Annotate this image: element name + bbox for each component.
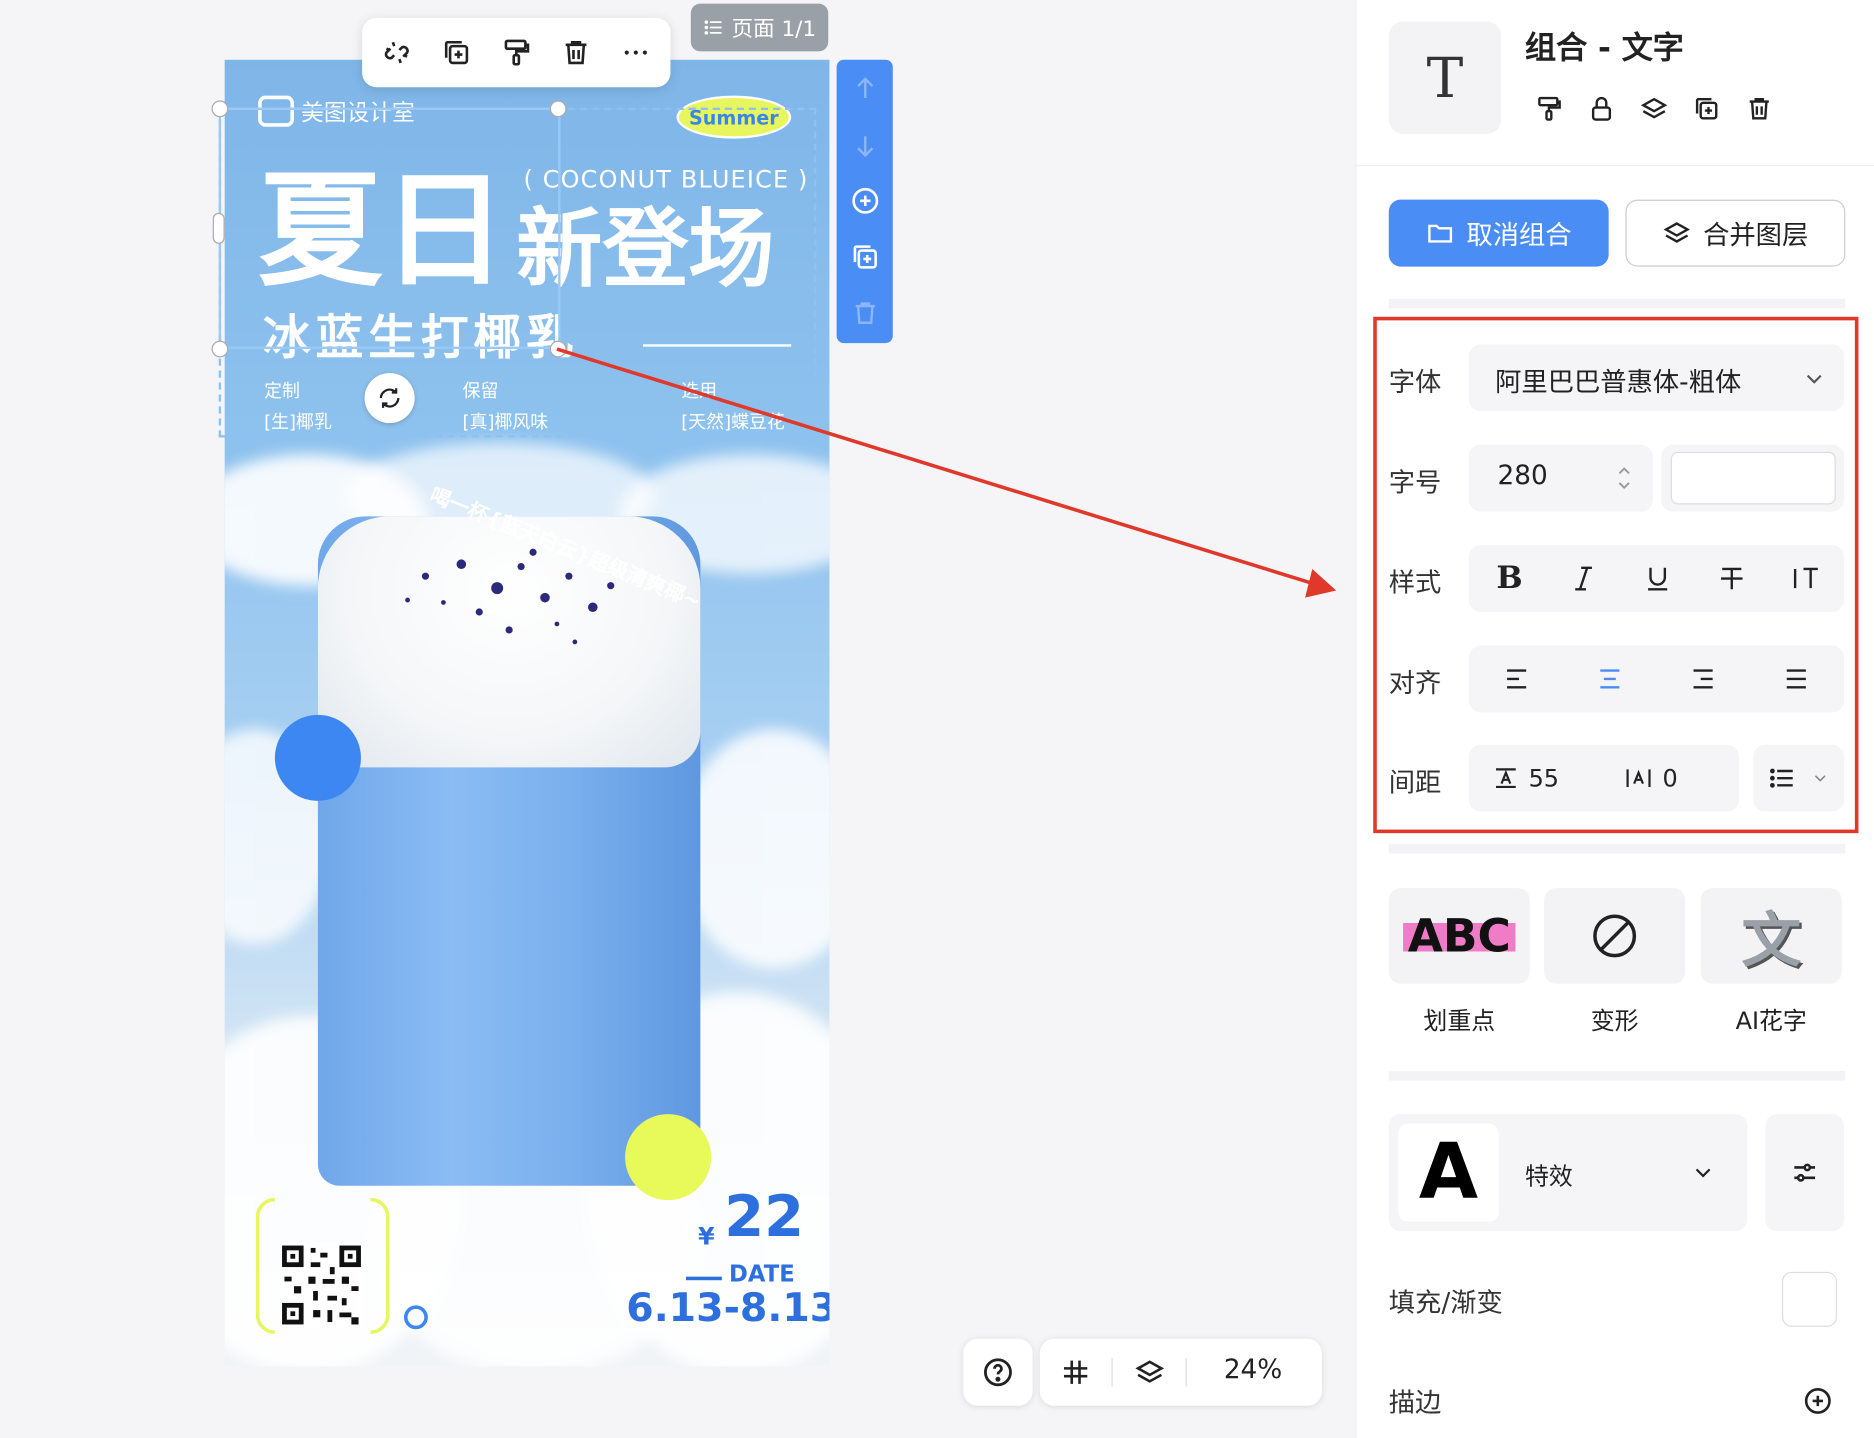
vertical-text-icon[interactable]: [1782, 555, 1830, 603]
zoom-level[interactable]: 24%: [1224, 1356, 1282, 1386]
style-label: 样式: [1388, 568, 1442, 599]
font-family-value: 阿里巴巴普惠体-粗体: [1495, 368, 1742, 399]
chevron-down-icon: [1695, 1168, 1711, 1178]
effect-preview: A: [1398, 1123, 1499, 1222]
format-painter-icon[interactable]: [1531, 91, 1567, 127]
list-style-select[interactable]: [1753, 744, 1845, 812]
font-size-value: 280: [1497, 461, 1548, 492]
section-divider: [1388, 843, 1846, 854]
transform-effect-label: 变形: [1590, 1006, 1639, 1036]
effect-select[interactable]: A 特效: [1388, 1114, 1748, 1232]
font-family-select[interactable]: 阿里巴巴普惠体-粗体: [1468, 344, 1845, 412]
strikethrough-icon[interactable]: [1708, 555, 1756, 603]
spacing-label: 间距: [1388, 768, 1442, 799]
align-label: 对齐: [1388, 669, 1442, 700]
add-stroke-icon[interactable]: [1801, 1384, 1834, 1417]
yellow-circle-deco: [625, 1114, 712, 1201]
lock-icon[interactable]: [1584, 91, 1620, 127]
layers-icon[interactable]: [1128, 1351, 1171, 1394]
currency-symbol: ¥: [697, 1221, 715, 1251]
fill-color-swatch[interactable]: [1781, 1271, 1837, 1327]
align-right-icon[interactable]: [1679, 655, 1727, 703]
section-divider: [1388, 298, 1846, 309]
panel-title: 组合 - 文字: [1525, 31, 1684, 67]
font-size-custom-input[interactable]: [1670, 451, 1836, 505]
help-icon[interactable]: [963, 1338, 1033, 1406]
highlight-effect-label: 划重点: [1423, 1006, 1496, 1036]
ungroup-label: 取消组合: [1466, 221, 1572, 252]
ai-art-thumb: 文: [1741, 906, 1802, 976]
font-size-secondary-box[interactable]: [1661, 444, 1845, 512]
chevron-down-icon: [1806, 374, 1822, 384]
list-icon: [1770, 768, 1793, 788]
layers-icon: [1663, 222, 1690, 243]
section-divider: [1388, 1071, 1846, 1081]
date-dash: [686, 1276, 722, 1281]
letter-spacing-value: 0: [1662, 763, 1678, 793]
toolbar-divider: [1185, 1357, 1187, 1387]
delete-icon[interactable]: [1741, 91, 1777, 127]
folder-icon: [1428, 224, 1453, 243]
grid-icon[interactable]: [1054, 1351, 1097, 1394]
stepper-icon[interactable]: [1615, 461, 1634, 494]
annotation-arrow: [556, 347, 1337, 598]
toolbar-divider: [1111, 1357, 1113, 1387]
letter-spacing-icon: [1626, 769, 1651, 787]
merge-layers-button[interactable]: 合并图层: [1625, 199, 1846, 267]
align-justify-icon[interactable]: [1772, 655, 1820, 703]
properties-panel: T 组合 - 文字 取消组合 合并图层 字体 阿里巴巴普惠体-粗体 字号 280…: [1355, 0, 1874, 1438]
italic-icon[interactable]: [1560, 555, 1608, 603]
duplicate-icon[interactable]: [1689, 91, 1725, 127]
small-ring-deco: [403, 1305, 428, 1330]
element-preview: T: [1388, 21, 1502, 134]
font-size-label: 字号: [1388, 468, 1442, 499]
price-value: 22: [724, 1183, 805, 1251]
line-spacing-value: 55: [1528, 763, 1560, 793]
bold-icon[interactable]: B: [1486, 555, 1534, 603]
none-icon: [1593, 914, 1637, 958]
divider: [1356, 164, 1874, 167]
letter-spacing-input[interactable]: 0: [1624, 759, 1678, 797]
font-size-input[interactable]: 280: [1468, 444, 1653, 512]
align-group: [1468, 645, 1845, 713]
blue-circle-deco: [274, 714, 361, 801]
spacing-group: 55 0: [1468, 744, 1739, 812]
effect-settings-icon[interactable]: [1765, 1114, 1845, 1232]
ungroup-button[interactable]: 取消组合: [1388, 199, 1609, 267]
style-group: B: [1468, 545, 1845, 613]
chevron-down-icon: [1814, 775, 1826, 782]
line-spacing-icon: [1496, 768, 1516, 789]
align-left-icon[interactable]: [1493, 655, 1541, 703]
align-center-icon[interactable]: [1586, 655, 1634, 703]
bottom-toolbar: 24%: [1039, 1338, 1322, 1406]
highlight-effect-button[interactable]: ABC: [1388, 888, 1530, 984]
highlight-thumb: ABC: [1402, 909, 1516, 963]
ai-art-text-label: AI花字: [1735, 1006, 1807, 1036]
line-spacing-input[interactable]: 55: [1493, 759, 1559, 797]
transform-effect-button[interactable]: [1544, 888, 1686, 984]
merge-layers-label: 合并图层: [1703, 221, 1809, 252]
qr-code: [279, 1243, 364, 1327]
qr-bracket-left: [255, 1197, 275, 1335]
stroke-label: 描边: [1388, 1388, 1442, 1419]
date-range: 6.13-8.13: [626, 1283, 830, 1331]
fill-label: 填充/渐变: [1388, 1288, 1503, 1319]
layers-icon[interactable]: [1636, 91, 1672, 127]
font-label: 字体: [1388, 368, 1442, 399]
effect-select-label: 特效: [1525, 1161, 1573, 1191]
ai-art-text-button[interactable]: 文: [1700, 888, 1842, 984]
underline-icon[interactable]: [1634, 555, 1682, 603]
qr-bracket-right: [370, 1197, 390, 1335]
